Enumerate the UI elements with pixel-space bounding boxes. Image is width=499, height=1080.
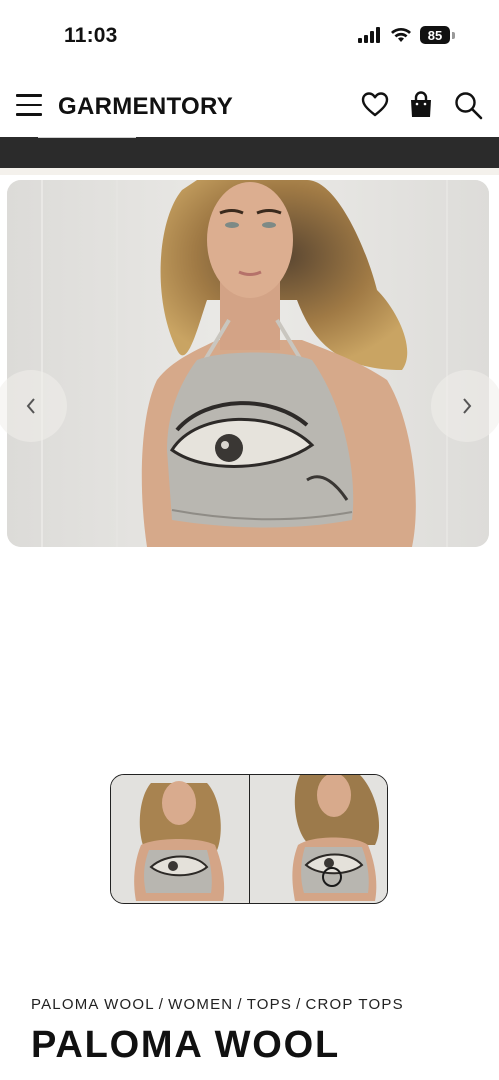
battery-tip (452, 31, 455, 39)
divider-strip (0, 168, 499, 175)
site-header: GARMENTORY (0, 80, 499, 135)
chevron-right-icon (463, 398, 472, 414)
heart-icon[interactable] (360, 90, 390, 120)
thumbnail-photo (249, 775, 387, 901)
signal-icon (358, 27, 380, 43)
image-thumbnails (110, 774, 388, 904)
site-logo[interactable]: GARMENTORY (58, 93, 233, 121)
breadcrumb-women[interactable]: WOMEN (168, 996, 233, 1013)
status-time: 11:03 (64, 24, 118, 47)
thumbnail-photo (111, 775, 248, 901)
wifi-icon (391, 28, 411, 42)
breadcrumb-brand[interactable]: PALOMA WOOL (31, 996, 155, 1013)
status-bar: 11:03 85 (0, 0, 499, 70)
breadcrumb: PALOMA WOOL / WOMEN / TOPS / CROP TOPS (31, 996, 404, 1013)
product-main-image[interactable] (7, 180, 489, 547)
search-icon[interactable] (453, 90, 483, 120)
breadcrumb-crop-tops[interactable]: CROP TOPS (305, 996, 403, 1013)
chevron-left-icon (26, 398, 35, 414)
battery-indicator: 85 (420, 26, 450, 44)
product-brand-title[interactable]: PALOMA WOOL (31, 1024, 340, 1067)
next-image-button[interactable] (431, 370, 499, 442)
breadcrumb-tops[interactable]: TOPS (247, 996, 292, 1013)
banner-underline (38, 137, 136, 138)
shopping-bag-icon[interactable] (406, 90, 436, 120)
breadcrumb-separator: / (237, 996, 243, 1013)
hamburger-menu-icon[interactable] (16, 94, 42, 116)
breadcrumb-separator: / (158, 996, 165, 1013)
product-photo (7, 180, 489, 547)
breadcrumb-separator: / (296, 996, 302, 1013)
thumbnail-2[interactable] (248, 775, 388, 903)
status-indicators: 85 (358, 26, 455, 44)
promo-banner[interactable] (0, 137, 499, 168)
thumbnail-1[interactable] (111, 775, 249, 903)
